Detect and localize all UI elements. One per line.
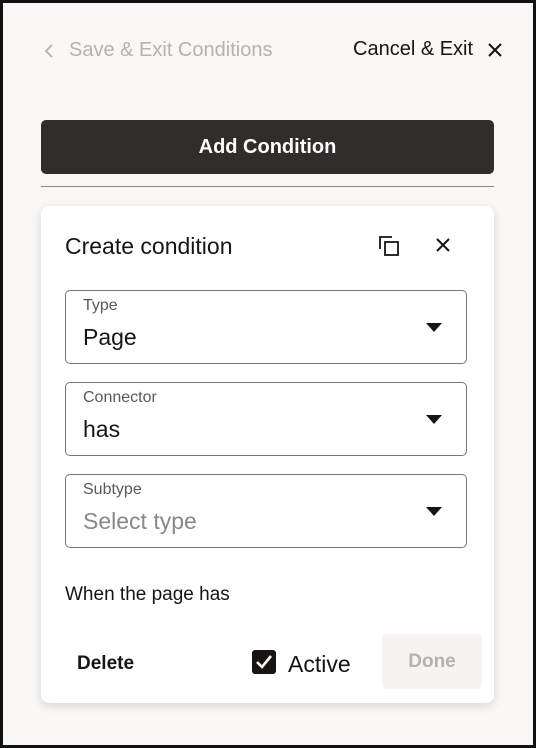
card-title: Create condition — [65, 233, 233, 259]
condition-description: When the page has — [65, 584, 230, 605]
type-select[interactable]: Type Page — [65, 290, 467, 364]
subtype-label: Subtype — [83, 481, 142, 498]
subtype-select[interactable]: Subtype Select type — [65, 474, 467, 548]
chevron-left-icon — [44, 43, 53, 58]
save-exit-conditions-link[interactable]: Save & Exit Conditions — [43, 39, 272, 62]
save-exit-label: Save & Exit Conditions — [69, 39, 273, 61]
connector-value: has — [83, 416, 121, 442]
delete-button[interactable]: Delete — [77, 653, 134, 675]
close-icon — [488, 42, 502, 57]
connector-label: Connector — [83, 389, 157, 406]
cancel-exit-button[interactable]: Cancel & Exit — [353, 38, 503, 61]
type-label: Type — [83, 297, 118, 314]
active-checkbox[interactable] — [252, 650, 276, 674]
app-panel: Save & Exit Conditions Cancel & Exit Add… — [0, 0, 536, 748]
header: Save & Exit Conditions Cancel & Exit — [3, 3, 533, 98]
divider — [41, 186, 494, 187]
copy-icon[interactable] — [377, 234, 401, 258]
add-condition-label: Add Condition — [198, 135, 337, 158]
add-condition-button[interactable]: Add Condition — [41, 120, 494, 174]
close-icon[interactable] — [435, 237, 451, 253]
create-condition-card: Create condition Type Page Connector has… — [41, 206, 494, 703]
type-value: Page — [83, 324, 137, 350]
caret-down-icon — [426, 507, 442, 516]
caret-down-icon — [426, 323, 442, 332]
active-label: Active — [288, 651, 351, 677]
connector-select[interactable]: Connector has — [65, 382, 467, 456]
subtype-placeholder: Select type — [83, 508, 197, 534]
done-label: Done — [408, 650, 456, 672]
done-button[interactable]: Done — [382, 634, 482, 689]
caret-down-icon — [426, 415, 442, 424]
checkmark-icon — [256, 655, 273, 669]
cancel-exit-label: Cancel & Exit — [353, 38, 474, 60]
